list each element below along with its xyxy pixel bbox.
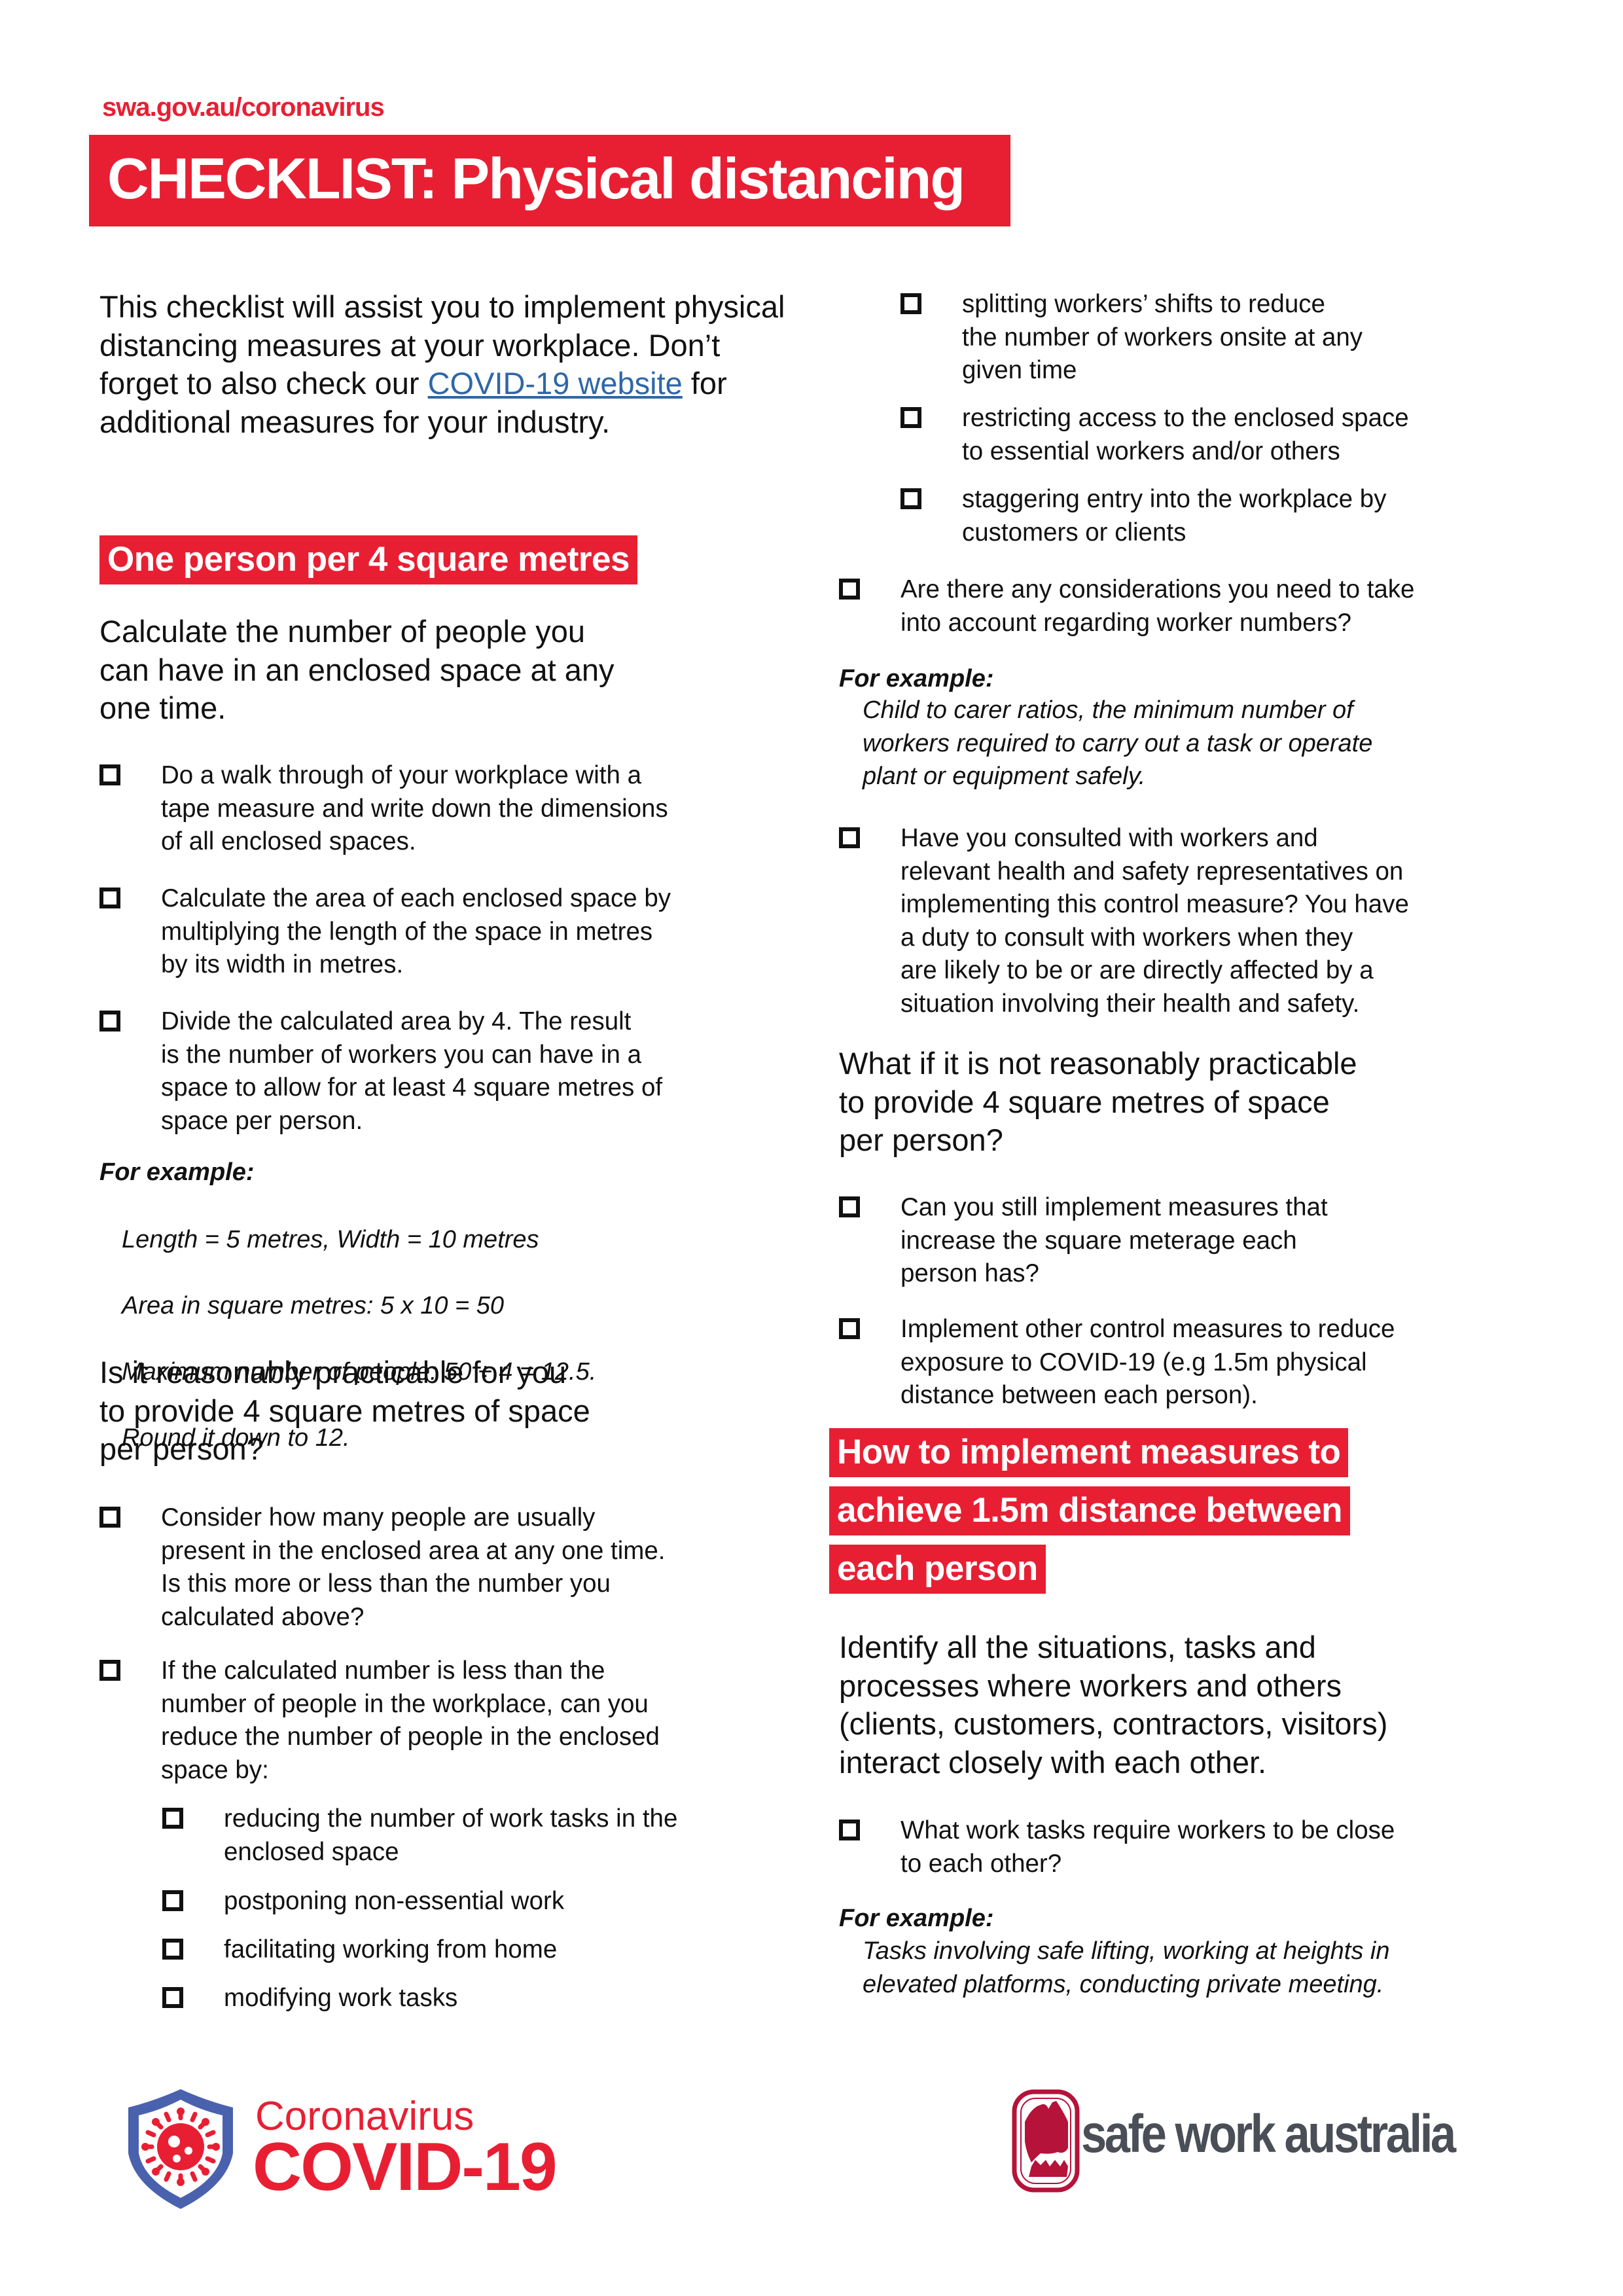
checkbox[interactable]	[99, 1507, 120, 1528]
checklist-subitem-label: reducing the number of work tasks in the…	[224, 1804, 678, 1866]
checklist-item-label: Calculate the area of each enclosed spac…	[161, 884, 671, 978]
heading-line: achieve 1.5m distance between	[829, 1486, 1351, 1535]
example-label: For example:	[839, 1905, 994, 1932]
checklist-item-label: What work tasks require workers to be cl…	[901, 1816, 1395, 1878]
checkbox[interactable]	[162, 1939, 183, 1960]
checklist-subitem-label: postponing non-essential work	[224, 1887, 565, 1915]
example-label: For example:	[839, 665, 994, 692]
checkbox[interactable]	[839, 1820, 860, 1840]
checklist-subitem-label: staggering entry into the workplace by c…	[962, 485, 1387, 547]
example-line: Length = 5 metres, Width = 10 metres	[122, 1225, 539, 1253]
covid-website-link[interactable]: COVID-19 website	[428, 366, 683, 401]
example-line: Area in square metres: 5 x 10 = 50	[122, 1291, 505, 1319]
page-title: CHECKLIST: Physical distancing	[107, 146, 965, 211]
checklist-subitem-label: restricting access to the enclosed space…	[962, 404, 1409, 465]
covid-logo-large-text: COVID-19	[253, 2129, 558, 2205]
identify-paragraph: Identify all the situations, tasks and p…	[839, 1630, 1388, 1780]
checklist-item-label: If the calculated number is less than th…	[161, 1657, 660, 1784]
checkbox[interactable]	[99, 888, 120, 908]
checkbox[interactable]	[162, 1987, 183, 2008]
checkbox[interactable]	[839, 1196, 860, 1217]
checklist-item-label: Consider how many people are usually pre…	[161, 1503, 666, 1631]
checklist-item-label: Are there any considerations you need to…	[901, 575, 1415, 637]
safe-work-australia-logo: safe work australia	[1008, 2088, 1531, 2199]
checkbox[interactable]	[162, 1808, 183, 1829]
heading-line: How to implement measures to	[829, 1428, 1349, 1477]
checklist-item-label: Divide the calculated area by 4. The res…	[161, 1007, 663, 1135]
australia-map-icon	[1012, 2089, 1080, 2193]
checklist-item-label: Implement other control measures to redu…	[901, 1315, 1395, 1409]
checkbox[interactable]	[901, 293, 921, 314]
not-practicable-question: What if it is not reasonably practicable…	[839, 1046, 1357, 1157]
section-heading-implement: How to implement measures to achieve 1.5…	[829, 1428, 1351, 1594]
intro-paragraph: This checklist will assist you to implem…	[99, 288, 806, 441]
checkbox[interactable]	[901, 488, 921, 509]
checkbox[interactable]	[839, 1318, 860, 1339]
example-body: Child to carer ratios, the minimum numbe…	[863, 696, 1373, 790]
covid19-logo: Coronavirus COVID-19	[115, 2081, 613, 2212]
section-heading-one-person: One person per 4 square metres	[99, 535, 637, 584]
checklist-subitem-label: modifying work tasks	[224, 1984, 458, 2012]
example-body: Tasks involving safe lifting, working at…	[863, 1937, 1390, 1998]
example-label: For example:	[99, 1158, 255, 1186]
heading-line: each person	[829, 1545, 1046, 1594]
checkbox[interactable]	[99, 1011, 120, 1031]
checkbox[interactable]	[839, 579, 860, 600]
checklist-item-label: Do a walk through of your workplace with…	[161, 761, 668, 855]
heading-one-person-per-4sqm: One person per 4 square metres	[99, 535, 637, 584]
practicable-question: Is it reasonably practicable for you to …	[99, 1355, 590, 1466]
checkbox[interactable]	[99, 764, 120, 785]
checkbox[interactable]	[901, 407, 921, 428]
site-url[interactable]: swa.gov.au/coronavirus	[102, 93, 385, 122]
checkbox[interactable]	[162, 1890, 183, 1911]
checkbox[interactable]	[99, 1660, 120, 1681]
checkbox[interactable]	[839, 827, 860, 848]
checklist-item-label: Have you consulted with workers and rele…	[901, 824, 1409, 1018]
checklist-subitem-label: facilitating working from home	[224, 1935, 558, 1964]
checklist-item-label: Can you still implement measures that in…	[901, 1193, 1328, 1287]
shield-virus-icon	[128, 2089, 233, 2209]
calculate-subheading: Calculate the number of people you can h…	[99, 614, 615, 725]
swa-logo-text: safe work australia	[1081, 2104, 1456, 2164]
page-title-banner: CHECKLIST: Physical distancing	[89, 135, 1010, 226]
checklist-subitem-label: splitting workers’ shifts to reduce the …	[962, 290, 1363, 384]
